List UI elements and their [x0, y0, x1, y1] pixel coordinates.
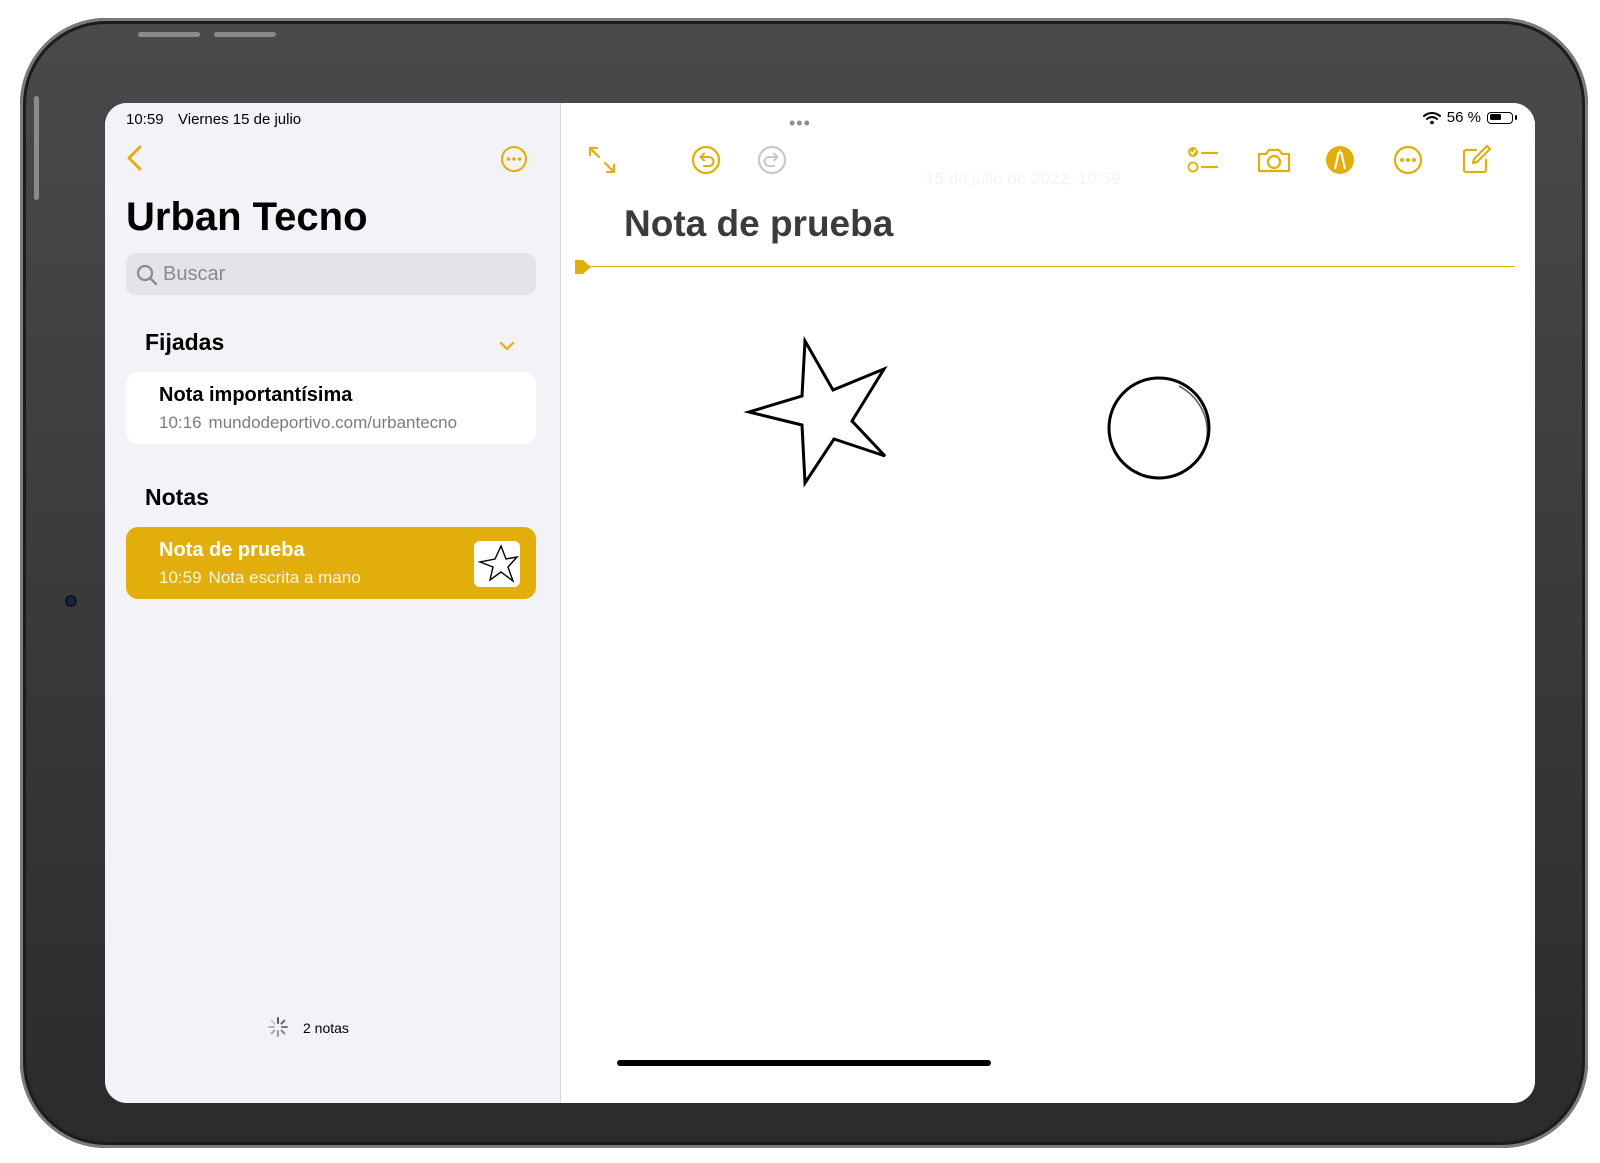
status-time: 10:59 — [126, 111, 164, 128]
handwritten-drawing-canvas[interactable] — [561, 103, 1535, 1103]
pinned-note-item[interactable]: Nota importantísima 10:16 mundodeportivo.… — [126, 372, 536, 444]
volume-up-button — [138, 32, 200, 37]
note-preview: Nota escrita a mano — [208, 568, 361, 587]
pinned-section-heading[interactable]: Fijadas — [145, 329, 224, 356]
sync-spinner-icon — [268, 1017, 288, 1037]
star-thumbnail-icon — [477, 544, 519, 583]
note-editor: ••• 56 % 15 de julio de 2022, 10:59 Nota… — [561, 103, 1535, 1103]
note-thumbnail — [474, 541, 520, 587]
screen: 10:59 Viernes 15 de julio Urban Tecno Bu… — [105, 103, 1535, 1103]
search-placeholder: Buscar — [163, 263, 226, 285]
folder-title: Urban Tecno — [126, 195, 368, 239]
note-time: 10:59 — [159, 568, 202, 587]
side-button — [34, 96, 39, 200]
notes-sidebar: 10:59 Viernes 15 de julio Urban Tecno Bu… — [105, 103, 561, 1103]
chevron-down-icon[interactable] — [497, 339, 517, 353]
volume-down-button — [214, 32, 276, 37]
note-time: 10:16 — [159, 413, 202, 432]
note-preview: mundodeportivo.com/urbantecno — [208, 413, 458, 432]
note-title: Nota importantísima — [159, 384, 353, 406]
home-indicator[interactable] — [617, 1060, 991, 1066]
note-meta: 10:16 mundodeportivo.com/urbantecno — [159, 413, 464, 433]
star-drawing — [743, 335, 888, 488]
selected-note-item[interactable]: Nota de prueba 10:59 Nota escrita a mano — [126, 527, 536, 599]
ipad-frame: 10:59 Viernes 15 de julio Urban Tecno Bu… — [20, 18, 1588, 1148]
note-title: Nota de prueba — [159, 539, 305, 561]
circle-drawing — [1107, 376, 1211, 480]
front-camera — [67, 597, 75, 605]
folder-more-icon[interactable] — [500, 145, 528, 173]
notes-section-heading: Notas — [145, 484, 209, 510]
search-icon — [136, 264, 158, 286]
search-field[interactable]: Buscar — [126, 253, 536, 295]
note-meta: 10:59 Nota escrita a mano — [159, 568, 368, 588]
status-date: Viernes 15 de julio — [178, 111, 302, 128]
back-chevron-icon[interactable] — [124, 143, 146, 173]
notes-count: 2 notas — [303, 1020, 349, 1036]
